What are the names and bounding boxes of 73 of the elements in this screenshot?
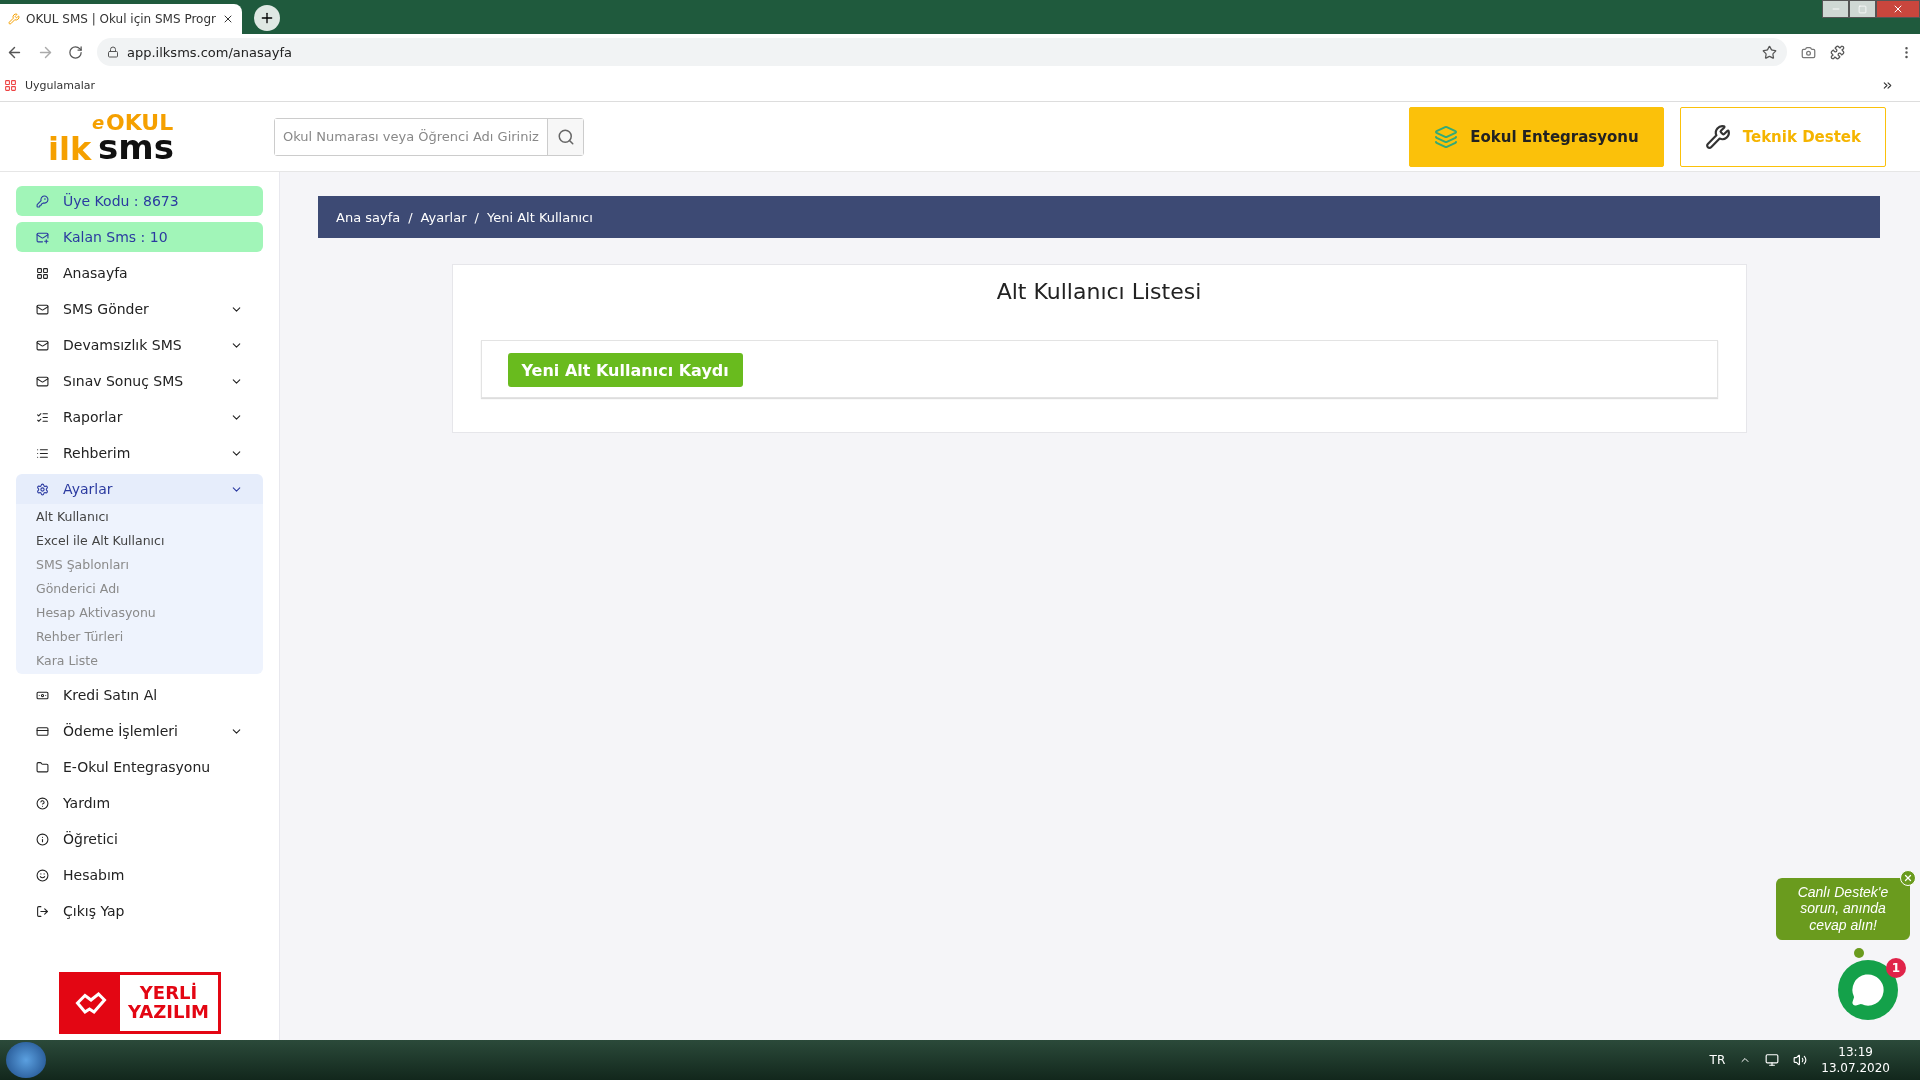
- mail-icon: [36, 302, 49, 316]
- checklist-icon: [36, 410, 49, 424]
- settings-icon: [36, 482, 49, 496]
- camera-icon[interactable]: [1801, 44, 1816, 60]
- breadcrumb-link[interactable]: Ayarlar: [420, 209, 467, 225]
- sidebar-item[interactable]: Sınav Sonuç SMS: [16, 366, 263, 396]
- sidebar-item[interactable]: Ayarlar: [16, 474, 263, 504]
- logout-icon: [36, 904, 49, 918]
- sidebar-item[interactable]: SMS Gönder: [16, 294, 263, 324]
- apps-icon[interactable]: [4, 79, 17, 92]
- list-icon: [36, 446, 49, 460]
- start-button[interactable]: [6, 1042, 46, 1078]
- help-icon: [36, 796, 49, 810]
- sidebar-item[interactable]: E-Okul Entegrasyonu: [16, 752, 263, 782]
- plus-icon: [259, 10, 275, 26]
- sidebar-item[interactable]: Devamsızlık SMS: [16, 330, 263, 360]
- tools-icon: [1704, 123, 1731, 150]
- clock[interactable]: 13:19 13.07.2020: [1821, 1043, 1890, 1077]
- grid-icon: [36, 266, 49, 280]
- smiley-icon: [36, 868, 49, 882]
- bubble-tail: [1854, 948, 1864, 958]
- mail-icon: [36, 374, 49, 388]
- sidebar-item[interactable]: Öğretici: [16, 824, 263, 854]
- close-icon[interactable]: [222, 13, 234, 25]
- logo[interactable]: eOKUL ilk sms: [34, 107, 194, 166]
- sidebar-item[interactable]: Hesabım: [16, 860, 263, 890]
- key-icon: [36, 194, 49, 208]
- search-button[interactable]: [547, 118, 583, 155]
- volume-icon[interactable]: [1793, 1053, 1808, 1067]
- sidebar-item[interactable]: Kalan Sms : 10: [16, 222, 263, 252]
- language-indicator[interactable]: TR: [1709, 1053, 1726, 1067]
- chat-icon: [1851, 973, 1885, 1007]
- extensions-icon[interactable]: [1830, 44, 1845, 60]
- mail-icon: [36, 338, 49, 352]
- card-title: Alt Kullanıcı Listesi: [995, 279, 1203, 304]
- breadcrumb-link[interactable]: Yeni Alt Kullanıcı: [486, 209, 593, 225]
- close-icon: [1892, 3, 1904, 15]
- more-bookmarks-icon[interactable]: [1881, 79, 1894, 92]
- url-text: app.ilksms.com/anasayfa: [127, 44, 293, 60]
- sidebar-item[interactable]: Raporlar: [16, 402, 263, 432]
- search-field[interactable]: Okul Numarası veya Öğrenci Adı Giriniz: [274, 117, 584, 156]
- sidebar-item[interactable]: Rehberim: [16, 438, 263, 468]
- search-icon: [556, 127, 575, 146]
- close-icon: [1903, 873, 1913, 883]
- browser-tab[interactable]: OKUL SMS | Okul için SMS Progr: [0, 4, 242, 34]
- new-tab-button[interactable]: [254, 5, 280, 31]
- breadcrumb-link[interactable]: Ana sayfa: [336, 209, 401, 225]
- star-icon[interactable]: [1762, 44, 1777, 60]
- sidebar-item[interactable]: Yardım: [16, 788, 263, 818]
- address-bar[interactable]: app.ilksms.com/anasayfa: [97, 38, 1787, 66]
- separator: /: [474, 209, 479, 225]
- tab-title: OKUL SMS | Okul için SMS Progr: [26, 12, 216, 26]
- folder-icon: [36, 760, 49, 774]
- sidebar-item[interactable]: Üye Kodu : 8673: [16, 186, 263, 216]
- local-software-badge: YERLİ YAZILIM: [58, 972, 221, 1034]
- tab-favicon-icon: [8, 13, 20, 25]
- restore-button[interactable]: [1849, 0, 1876, 18]
- submenu-item[interactable]: Alt Kullanıcı: [16, 504, 263, 528]
- mail-icon: [36, 230, 49, 244]
- info-icon: [36, 832, 49, 846]
- submenu-item[interactable]: Excel ile Alt Kullanıcı: [16, 528, 263, 552]
- sidebar-item[interactable]: Kredi Satın Al: [16, 680, 263, 710]
- sidebar-item[interactable]: Anasayfa: [16, 258, 263, 288]
- minimize-button[interactable]: [1822, 0, 1849, 18]
- header-button[interactable]: Eokul Entegrasyonu: [1409, 106, 1664, 167]
- reload-icon[interactable]: [68, 44, 83, 60]
- restore-icon: [1858, 4, 1867, 14]
- lock-icon: [107, 46, 119, 58]
- cards-icon: [36, 724, 49, 738]
- bookmark-link[interactable]: Uygulamalar: [25, 79, 96, 92]
- separator: /: [408, 209, 413, 225]
- sidebar-item[interactable]: Ödeme İşlemleri: [16, 716, 263, 746]
- sidebar-item[interactable]: Çıkış Yap: [16, 896, 263, 926]
